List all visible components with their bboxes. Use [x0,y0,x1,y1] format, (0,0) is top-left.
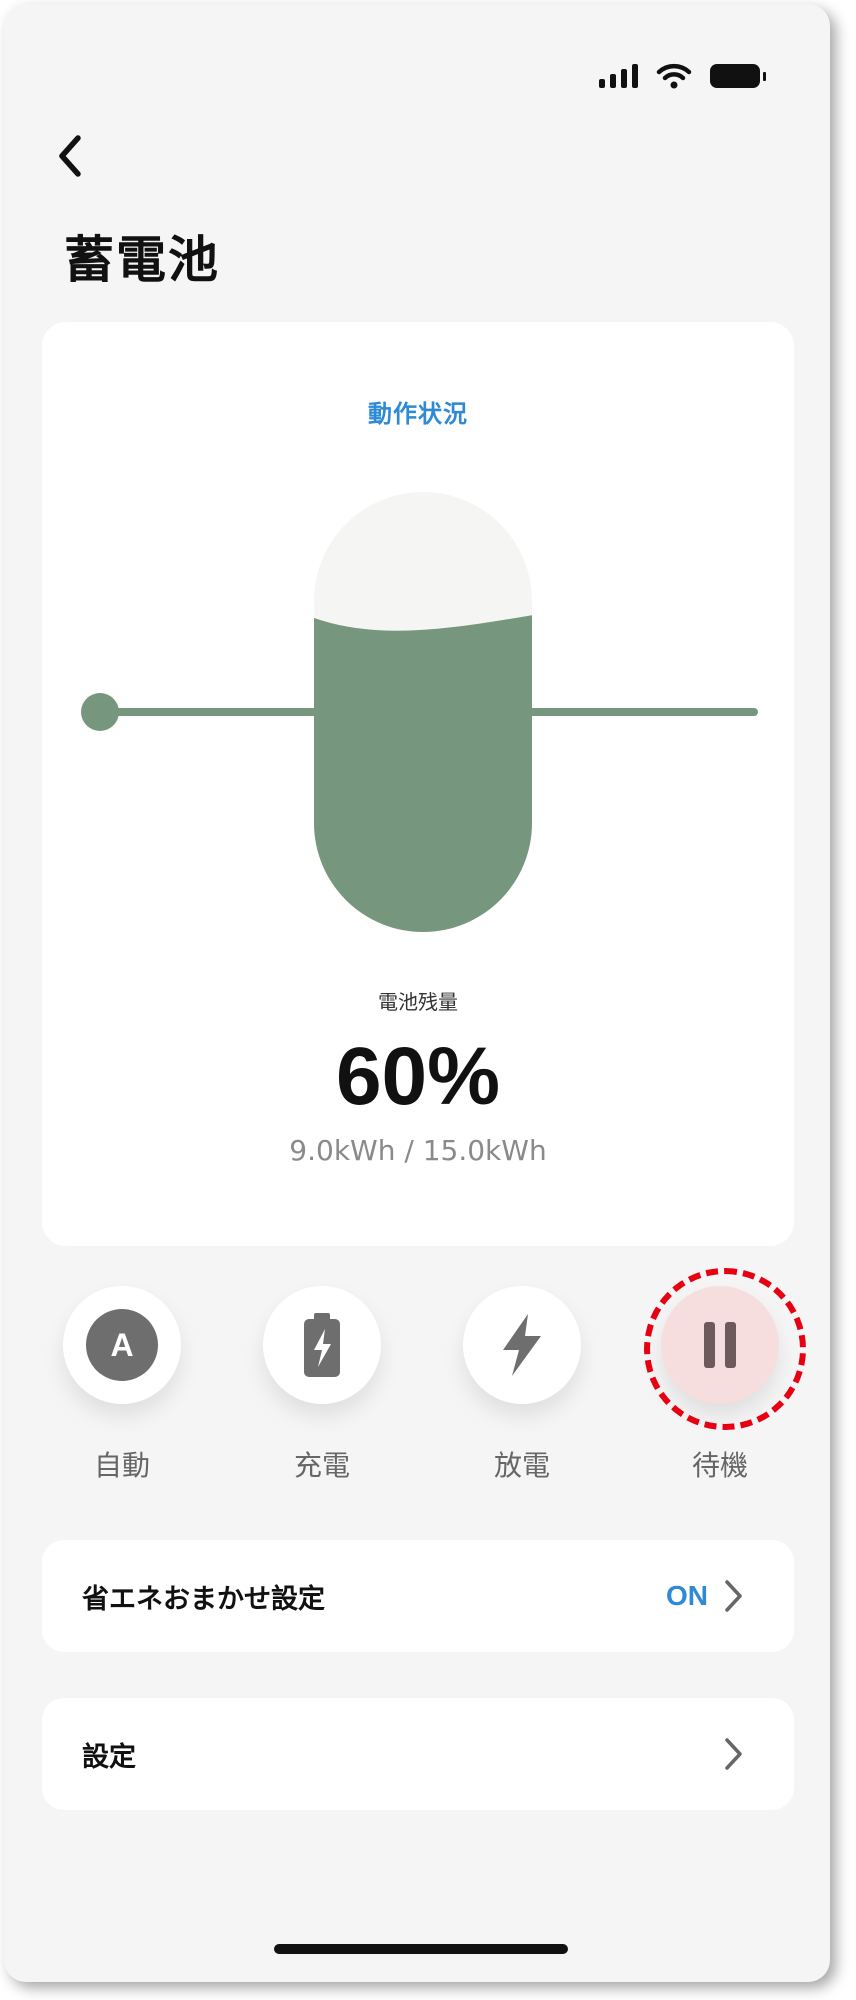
auto-a-icon: A [86,1309,158,1381]
status-bar [599,56,766,96]
mode-selector: A 自動 充電 放電 待機 [4,1286,830,1496]
mode-auto-button[interactable]: A 自動 [22,1286,222,1484]
lightning-icon [503,1314,541,1376]
svg-text:A: A [110,1327,133,1363]
settings-row[interactable]: 設定 [42,1698,794,1810]
mode-charge-circle[interactable] [263,1286,381,1404]
mode-charge-button[interactable]: 充電 [222,1286,422,1484]
energy-saving-label: 省エネおまかせ設定 [82,1583,325,1615]
battery-level-label: 電池残量 [378,990,458,1014]
mode-standby-button[interactable]: 待機 [620,1286,820,1484]
battery-gauge [81,492,758,932]
mode-auto-circle[interactable]: A [63,1286,181,1404]
chevron-right-icon [725,1580,742,1612]
battery-percent: 60% [335,1031,501,1122]
settings-label: 設定 [82,1741,136,1773]
energy-saving-value: ON [666,1580,708,1611]
mode-discharge-label: 放電 [493,1449,550,1482]
battery-charge-icon [304,1313,340,1377]
wifi-icon [656,63,692,89]
mode-discharge-button[interactable]: 放電 [422,1286,622,1484]
mode-standby-label: 待機 [691,1449,748,1482]
battery-capacity: 9.0kWh / 15.0kWh [289,1134,547,1167]
mode-auto-label: 自動 [93,1449,150,1482]
page-title: 蓄電池 [64,231,220,289]
chevron-right-icon [725,1738,742,1770]
battery-status-card: 動作状況 電池残量 60% 9.0kWh / 15.0kWh [42,322,794,1246]
pause-icon [704,1322,736,1368]
gauge-track-dot [81,693,119,731]
mode-charge-label: 充電 [293,1449,350,1482]
signal-icon [599,64,638,88]
back-button[interactable] [50,126,94,186]
mode-discharge-circle[interactable] [463,1286,581,1404]
battery-level-fill [314,615,532,932]
battery-status-icon [710,64,766,88]
home-indicator [274,1944,568,1954]
phone-screen: 蓄電池 動作状況 電池残量 60% 9.0kWh / 15.0kWh A 自動 … [4,4,830,1982]
mode-standby-circle[interactable] [661,1286,779,1404]
energy-saving-setting-row[interactable]: 省エネおまかせ設定 ON [42,1540,794,1652]
